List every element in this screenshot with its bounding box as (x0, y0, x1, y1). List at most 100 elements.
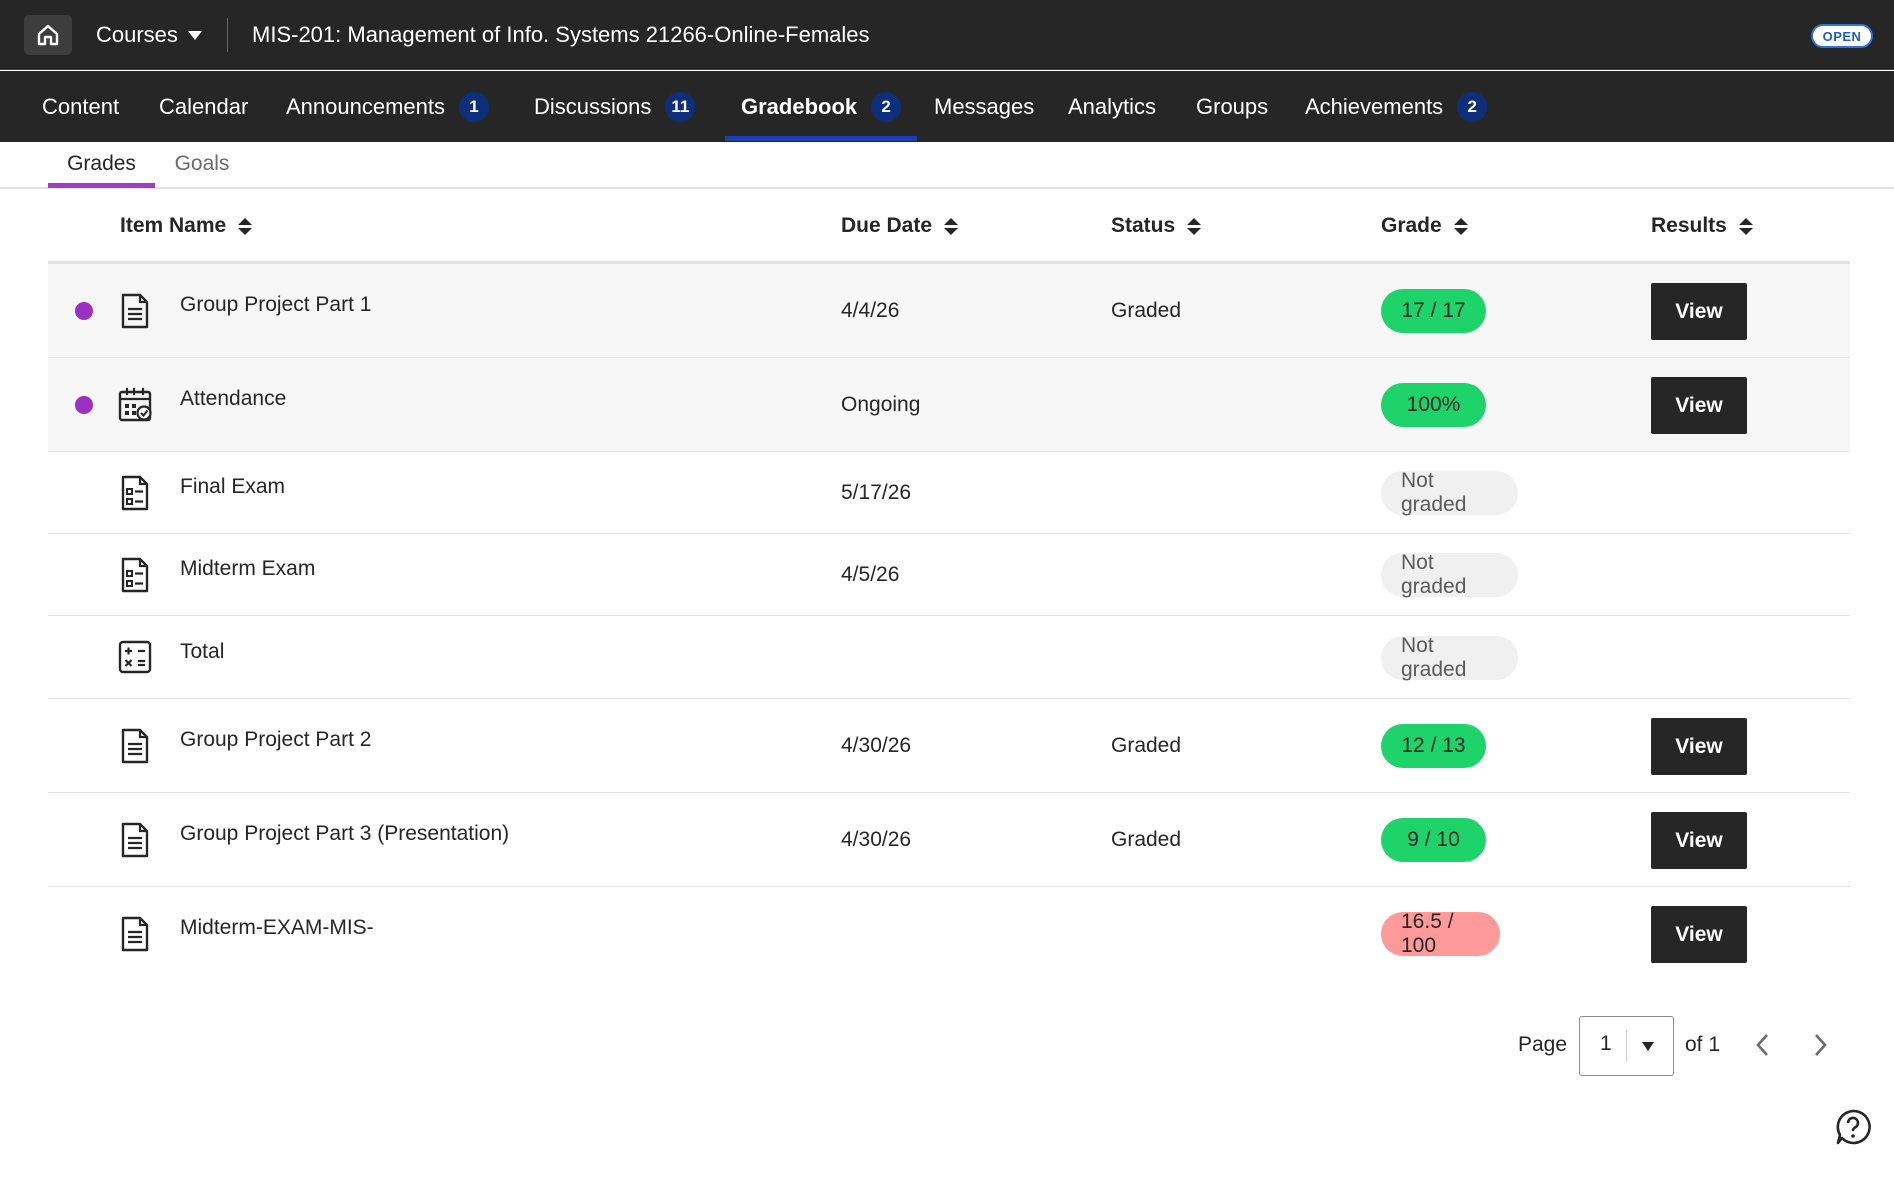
open-status-badge: OPEN (1811, 24, 1873, 48)
grade-pill: 12 / 13 (1381, 724, 1486, 768)
chevron-down-icon (187, 30, 202, 40)
grade-pill: 100% (1381, 383, 1486, 427)
new-item-dot (75, 302, 93, 320)
tab-content[interactable]: Content (42, 71, 119, 142)
document-icon (121, 293, 149, 329)
view-button[interactable]: View (1651, 283, 1747, 340)
item-name-link[interactable]: Group Project Part 3 (Presentation) (180, 819, 509, 849)
page-select[interactable]: 1 (1579, 1016, 1674, 1076)
document-icon (121, 822, 149, 858)
item-name-link[interactable]: Midterm-EXAM-MIS- (180, 913, 374, 943)
next-page-button[interactable] (1805, 1030, 1835, 1060)
tab-label: Announcements (286, 93, 445, 119)
test-icon (121, 475, 149, 511)
course-title: MIS-201: Management of Info. Systems 212… (252, 22, 870, 47)
count-badge: 2 (871, 91, 902, 122)
status-text: Graded (1111, 299, 1182, 322)
previous-page-button[interactable] (1748, 1030, 1778, 1060)
column-label: Due Date (841, 214, 933, 237)
select-divider (1626, 1030, 1627, 1062)
home-button[interactable] (24, 15, 72, 55)
header-divider (227, 18, 228, 52)
page-total-label: of 1 (1685, 1033, 1721, 1056)
tab-label: Messages (934, 93, 1035, 119)
grade-pill: Not graded (1381, 551, 1518, 598)
gradebook-subtabs: Grades Goals (0, 142, 1894, 189)
due-date: 4/30/26 (841, 828, 912, 851)
tab-label: Analytics (1068, 93, 1157, 119)
calculator-icon (118, 640, 152, 674)
grade-pill: 9 / 10 (1381, 818, 1486, 862)
tab-discussions[interactable]: Discussions 11 (534, 71, 696, 142)
view-button[interactable]: View (1651, 906, 1747, 963)
due-date: 4/5/26 (841, 563, 900, 586)
grade-pill: 17 / 17 (1381, 289, 1486, 333)
new-item-dot (75, 396, 93, 414)
tab-label: Gradebook (741, 93, 858, 119)
attendance-calendar-icon (118, 388, 152, 422)
caret-down-icon (1642, 1042, 1654, 1051)
count-badge: 11 (665, 91, 696, 122)
item-name-link[interactable]: Group Project Part 2 (180, 725, 371, 755)
grade-row: Midterm-EXAM-MIS- 16.5 / 100 View (48, 887, 1850, 981)
sort-icon (1453, 217, 1468, 235)
column-item-name[interactable]: Item Name (120, 190, 253, 262)
view-button[interactable]: View (1651, 377, 1747, 434)
tab-label: Calendar (159, 93, 249, 119)
column-due-date[interactable]: Due Date (841, 190, 959, 262)
column-status[interactable]: Status (1111, 190, 1202, 262)
column-label: Results (1651, 214, 1727, 237)
tab-label: Achievements (1305, 93, 1444, 119)
item-name-link[interactable]: Attendance (180, 384, 286, 414)
top-bar: Courses MIS-201: Management of Info. Sys… (0, 0, 1894, 70)
tab-messages[interactable]: Messages (934, 71, 1034, 142)
active-subtab-indicator (48, 183, 155, 188)
sort-icon (238, 217, 253, 235)
document-icon (121, 916, 149, 952)
column-results[interactable]: Results (1651, 190, 1753, 262)
sort-icon (944, 217, 959, 235)
subtab-goals[interactable]: Goals (165, 142, 239, 186)
grade-row: Total Not graded (48, 616, 1850, 699)
tab-analytics[interactable]: Analytics (1068, 71, 1156, 142)
grade-pill: 16.5 / 100 (1381, 910, 1500, 957)
grades-table-header: Item Name Due Date Status Grade Results (48, 190, 1850, 264)
page-select-value: 1 (1600, 1032, 1612, 1055)
grade-row: Group Project Part 3 (Presentation) 4/30… (48, 793, 1850, 887)
home-icon (37, 24, 59, 46)
grade-row: Final Exam 5/17/26 Not graded (48, 452, 1850, 534)
subtab-grades[interactable]: Grades (48, 142, 155, 186)
tab-groups[interactable]: Groups (1196, 71, 1268, 142)
tab-announcements[interactable]: Announcements 1 (286, 71, 489, 142)
courses-menu[interactable]: Courses (96, 20, 202, 50)
grade-pill: Not graded (1381, 469, 1518, 516)
view-button[interactable]: View (1651, 812, 1747, 869)
item-name-link[interactable]: Midterm Exam (180, 554, 315, 584)
due-date: 4/30/26 (841, 734, 912, 757)
column-label: Grade (1381, 214, 1442, 237)
grade-pill: Not graded (1381, 634, 1518, 681)
column-label: Item Name (120, 214, 227, 237)
grade-row: Midterm Exam 4/5/26 Not graded (48, 534, 1850, 616)
item-name-link[interactable]: Group Project Part 1 (180, 290, 371, 320)
grade-row: Group Project Part 1 4/4/26 Graded 17 / … (48, 264, 1850, 358)
chevron-left-icon (1756, 1034, 1768, 1056)
chevron-right-icon (1815, 1034, 1827, 1056)
due-date: Ongoing (841, 393, 921, 416)
column-grade[interactable]: Grade (1381, 190, 1468, 262)
item-name-link[interactable]: Total (180, 637, 224, 667)
help-icon[interactable] (1834, 1108, 1872, 1146)
tab-calendar[interactable]: Calendar (159, 71, 248, 142)
count-badge: 1 (459, 91, 489, 122)
active-tab-indicator (725, 136, 917, 141)
view-button[interactable]: View (1651, 718, 1747, 775)
tab-label: Content (42, 93, 120, 119)
tab-label: Discussions (534, 93, 652, 119)
due-date: 5/17/26 (841, 481, 912, 504)
tab-achievements[interactable]: Achievements 2 (1305, 71, 1488, 142)
document-icon (121, 728, 149, 764)
sort-icon (1738, 217, 1753, 235)
item-name-link[interactable]: Final Exam (180, 472, 285, 502)
tab-label: Groups (1196, 93, 1269, 119)
tab-gradebook[interactable]: Gradebook 2 (741, 71, 902, 142)
